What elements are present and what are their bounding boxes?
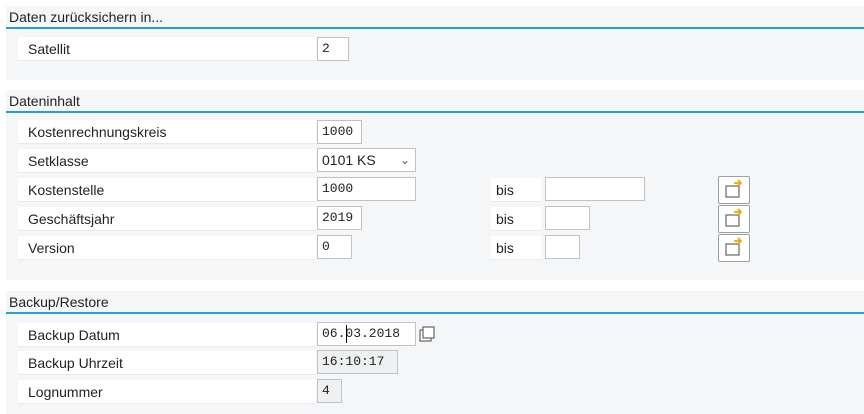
backup-datum-label: Backup Datum <box>18 323 316 347</box>
kostenstelle-field[interactable]: 1000 <box>317 177 416 201</box>
kostenrechnungskreis-field[interactable]: 1000 <box>317 120 362 144</box>
group-backup-restore: Backup/Restore Backup Datum 06.03.2018 B… <box>6 291 864 414</box>
satellit-field[interactable]: 2 <box>317 37 349 61</box>
multiple-selection-icon <box>725 208 743 227</box>
version-label: Version <box>18 236 316 260</box>
multiple-selection-icon <box>725 179 743 198</box>
setklasse-label: Setklasse <box>18 149 316 173</box>
group-title-content: Dateninhalt <box>6 90 864 113</box>
multiple-selection-icon <box>725 237 743 256</box>
version-bis-field[interactable] <box>545 235 580 259</box>
geschaeftsjahr-multiple-selection-button[interactable] <box>718 205 750 233</box>
setklasse-value: 0101 KS <box>322 152 376 168</box>
group-title-restore: Daten zurücksichern in... <box>6 6 864 29</box>
satellit-label: Satellit <box>18 37 316 61</box>
kostenrechnungskreis-label: Kostenrechnungskreis <box>18 120 316 144</box>
kostenstelle-bis-field[interactable] <box>545 177 645 201</box>
group-content: Dateninhalt Kostenrechnungskreis 1000 Se… <box>6 90 864 280</box>
version-bis-label: bis <box>491 236 541 260</box>
calendar-icon[interactable] <box>419 326 436 343</box>
kostenstelle-multiple-selection-button[interactable] <box>718 176 750 204</box>
kostenstelle-label: Kostenstelle <box>18 178 316 202</box>
lognummer-label: Lognummer <box>18 380 316 404</box>
group-title-backup: Backup/Restore <box>6 291 864 314</box>
geschaeftsjahr-bis-field[interactable] <box>545 206 590 230</box>
chevron-down-icon: ⌄ <box>399 153 410 167</box>
geschaeftsjahr-label: Geschäftsjahr <box>18 207 316 231</box>
geschaeftsjahr-bis-label: bis <box>491 207 541 231</box>
backup-uhrzeit-label: Backup Uhrzeit <box>18 351 316 375</box>
backup-uhrzeit-field: 16:10:17 <box>317 350 398 374</box>
version-multiple-selection-button[interactable] <box>718 234 750 262</box>
version-field[interactable]: 0 <box>317 235 352 259</box>
backup-datum-field[interactable]: 06.03.2018 <box>317 322 416 346</box>
setklasse-dropdown[interactable]: 0101 KS ⌄ <box>317 148 416 172</box>
lognummer-field: 4 <box>317 379 342 403</box>
group-restore-target: Daten zurücksichern in... Satellit 2 <box>6 6 864 80</box>
text-cursor <box>346 325 347 343</box>
geschaeftsjahr-field[interactable]: 2019 <box>317 206 362 230</box>
kostenstelle-bis-label: bis <box>491 178 541 202</box>
